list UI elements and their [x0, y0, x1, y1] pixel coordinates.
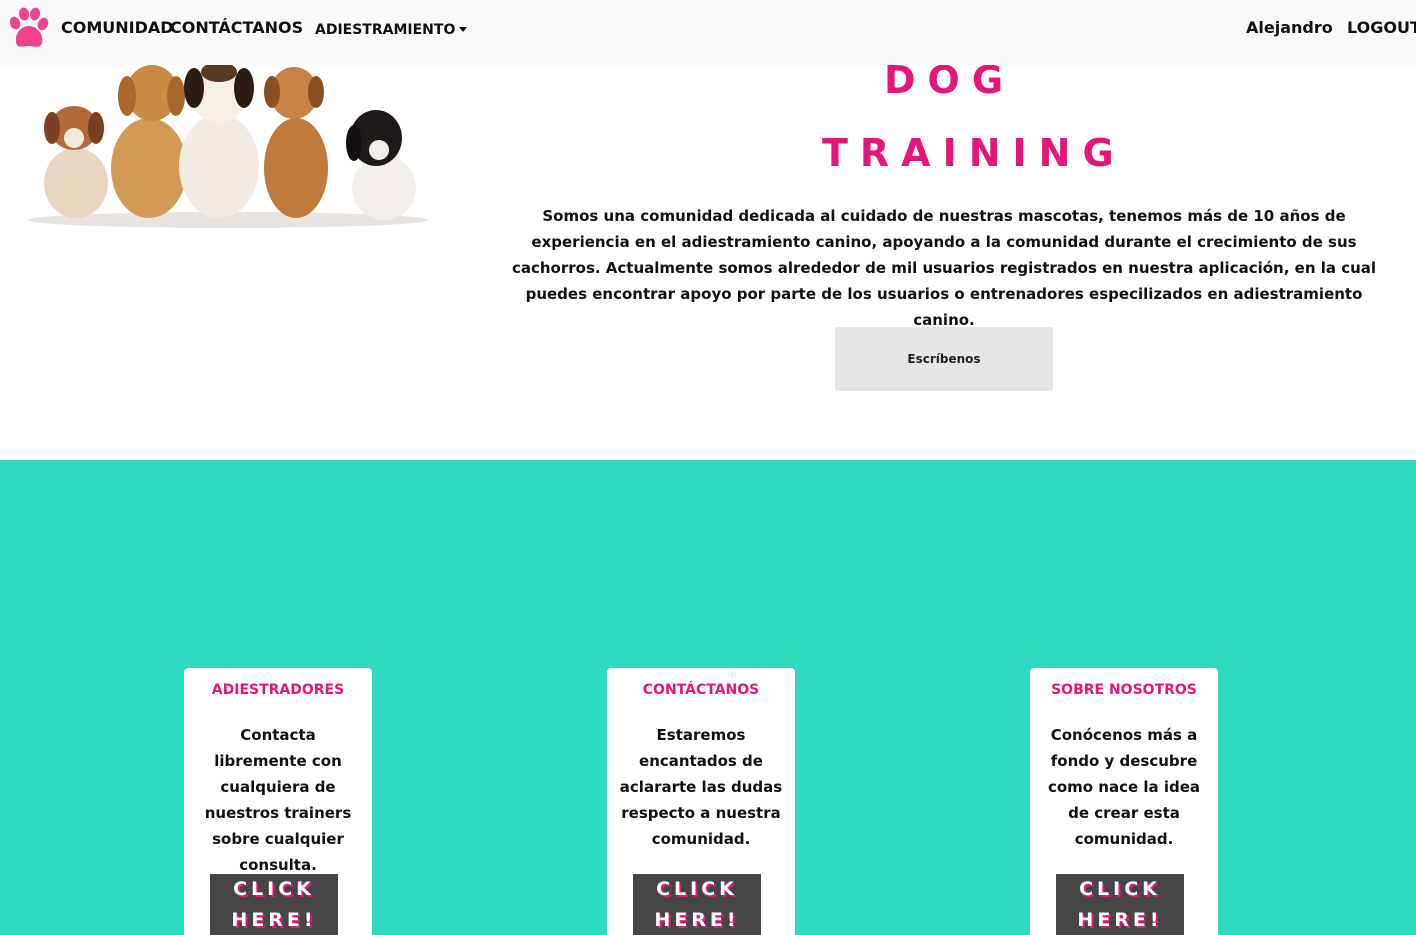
click-here-line2: HERE!: [231, 909, 317, 931]
escribenos-button[interactable]: Escríbenos: [835, 327, 1053, 391]
dropdown-adiestramiento[interactable]: ADIESTRAMIENTO: [315, 22, 468, 38]
dropdown-label: ADIESTRAMIENTO: [315, 22, 456, 38]
nav-link-comunidad[interactable]: COMUNIDAD: [61, 18, 174, 37]
click-here-line1: CLICK: [656, 878, 738, 900]
click-here-line1: CLICK: [233, 878, 315, 900]
click-here-line2: HERE!: [654, 909, 740, 931]
nav-link-contactanos[interactable]: CONTÁCTANOS: [170, 18, 303, 37]
card-sobre-nosotros: SOBRE NOSOTROS Conócenos más a fondo y d…: [1030, 668, 1218, 935]
card-title: ADIESTRADORES: [211, 682, 345, 698]
hero-intro-text: Somos una comunidad dedicada al cuidado …: [511, 207, 1377, 329]
card-text: Conócenos más a fondo y descubre como na…: [1047, 726, 1201, 848]
card-contactanos: CONTÁCTANOS Estaremos encantados de acla…: [607, 668, 795, 935]
click-here-button[interactable]: CLICK HERE!: [1056, 874, 1184, 935]
paw-icon[interactable]: [8, 6, 50, 50]
logout-link[interactable]: LOGOUT: [1347, 18, 1416, 37]
click-here-line2: HERE!: [1077, 909, 1163, 931]
caret-down-icon: [459, 27, 468, 32]
click-here-button[interactable]: CLICK HERE!: [210, 874, 338, 935]
card-text: Contacta libremente con cualquiera de nu…: [204, 726, 352, 874]
click-here-line1: CLICK: [1079, 878, 1161, 900]
click-here-button[interactable]: CLICK HERE!: [633, 874, 761, 935]
user-name-link[interactable]: Alejandro: [1246, 18, 1333, 37]
card-title: CONTÁCTANOS: [642, 682, 760, 698]
card-adiestradores: ADIESTRADORES Contacta libremente con cu…: [184, 668, 372, 935]
features-section: ADIESTRADORES Contacta libremente con cu…: [0, 460, 1416, 935]
card-text: Estaremos encantados de aclararte las du…: [619, 726, 783, 848]
puppies-image: [24, 58, 433, 228]
navbar: COMUNIDAD CONTÁCTANOS ADIESTRAMIENTO Ale…: [0, 0, 1416, 65]
card-title: SOBRE NOSOTROS: [1051, 682, 1197, 698]
hero-title-training: TRAINING: [822, 131, 1126, 175]
